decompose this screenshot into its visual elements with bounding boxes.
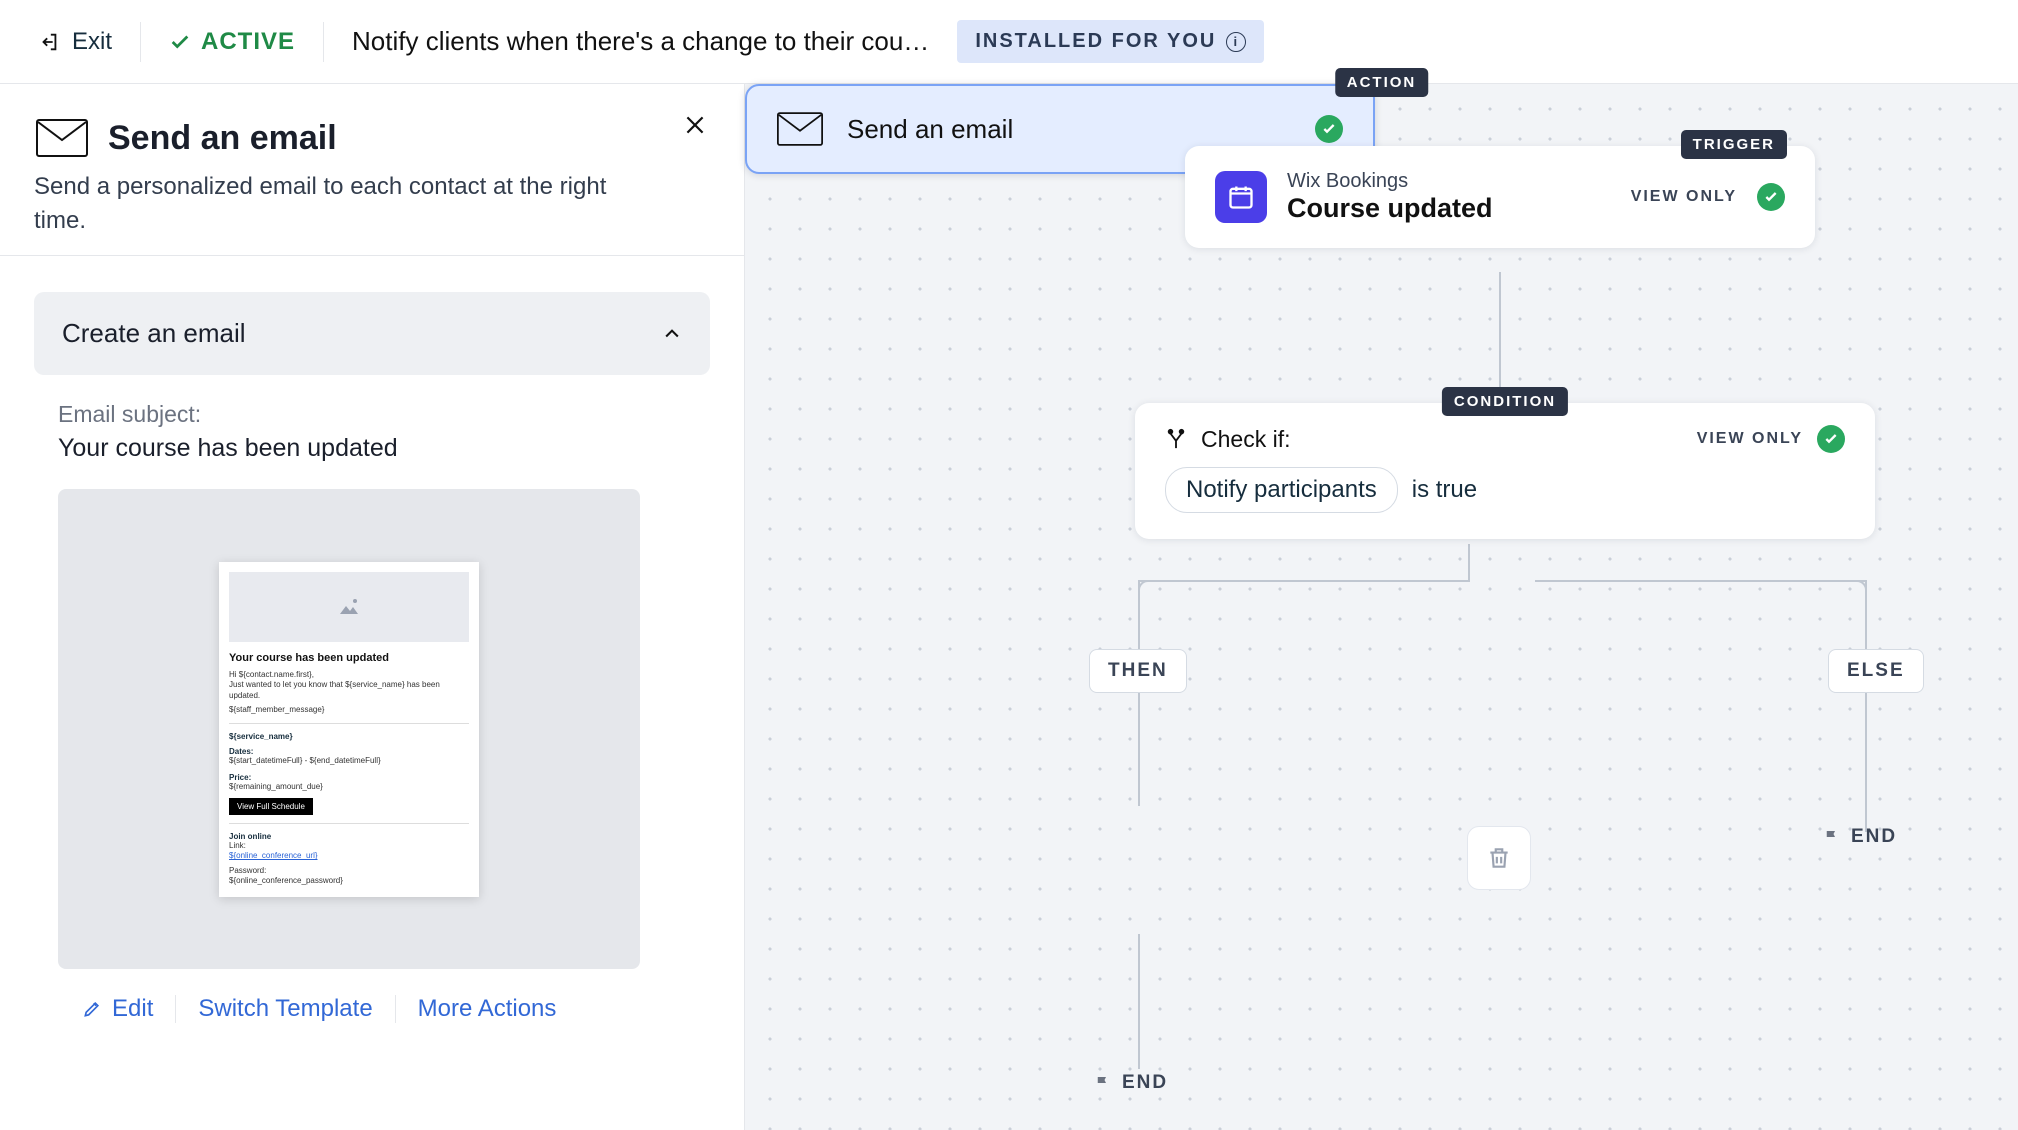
end-label-else: END xyxy=(1823,826,1897,848)
trigger-event: Course updated xyxy=(1287,193,1611,224)
trigger-tag: TRIGGER xyxy=(1681,130,1787,159)
then-branch-label: THEN xyxy=(1089,649,1187,693)
trigger-node[interactable]: TRIGGER Wix Bookings Course updated VIEW… xyxy=(1185,146,1815,248)
calendar-icon xyxy=(1215,171,1267,223)
email-subject-label: Email subject: xyxy=(58,401,686,428)
preview-heading: Your course has been updated xyxy=(229,652,469,664)
preview-pwd: ${online_conference_password} xyxy=(229,876,469,886)
preview-link: ${online_conference_url} xyxy=(229,851,469,861)
connector xyxy=(1468,544,1470,582)
divider xyxy=(323,22,324,62)
installed-badge[interactable]: INSTALLED FOR YOU i xyxy=(957,20,1264,63)
automation-title: Notify clients when there's a change to … xyxy=(352,26,929,57)
section-toggle[interactable]: Create an email xyxy=(34,292,710,375)
divider xyxy=(395,995,396,1023)
check-if-label: Check if: xyxy=(1201,426,1290,453)
envelope-icon xyxy=(777,112,823,146)
panel-title: Send an email xyxy=(108,119,337,158)
trigger-app: Wix Bookings xyxy=(1287,170,1611,193)
preview-join-label: Join online xyxy=(229,832,469,841)
exit-icon xyxy=(38,31,60,53)
preview-link-label: Link: xyxy=(229,841,469,851)
condition-tag: CONDITION xyxy=(1442,387,1568,416)
view-only-label: VIEW ONLY xyxy=(1631,188,1737,206)
switch-template-label: Switch Template xyxy=(198,995,372,1023)
edit-label: Edit xyxy=(112,995,153,1023)
else-branch-label: ELSE xyxy=(1828,649,1924,693)
image-placeholder-icon xyxy=(229,572,469,642)
info-icon: i xyxy=(1226,32,1246,52)
action-label: Send an email xyxy=(847,114,1291,145)
chevron-up-icon xyxy=(662,324,682,344)
status-ok-icon xyxy=(1817,425,1845,453)
status-ok-icon xyxy=(1757,183,1785,211)
connector xyxy=(1138,934,1140,1069)
preview-greeting: Hi ${contact.name.first}, xyxy=(229,670,469,680)
condition-node[interactable]: CONDITION Check if: VIEW ONLY xyxy=(1135,403,1875,539)
more-actions-label: More Actions xyxy=(418,995,557,1023)
details-panel: Send an email Send a personalized email … xyxy=(0,84,745,1130)
pencil-icon xyxy=(82,999,102,1019)
connector xyxy=(1499,272,1501,403)
automation-status: ACTIVE xyxy=(169,28,295,56)
close-panel-button[interactable] xyxy=(682,112,708,138)
delete-action-button[interactable] xyxy=(1467,826,1531,890)
preview-pwd-label: Password: xyxy=(229,866,469,876)
preview-cta: View Full Schedule xyxy=(229,798,313,815)
check-icon xyxy=(169,31,191,53)
flag-icon xyxy=(1094,1074,1112,1092)
view-only-label: VIEW ONLY xyxy=(1697,430,1803,448)
status-label: ACTIVE xyxy=(201,28,295,56)
end-label-then: END xyxy=(1094,1072,1168,1094)
flow-canvas[interactable]: TRIGGER Wix Bookings Course updated VIEW… xyxy=(745,84,2018,1130)
envelope-icon xyxy=(34,118,90,158)
status-ok-icon xyxy=(1315,115,1343,143)
more-actions-button[interactable]: More Actions xyxy=(418,995,557,1023)
installed-badge-label: INSTALLED FOR YOU xyxy=(975,30,1216,53)
section-title: Create an email xyxy=(62,318,246,349)
end-text: END xyxy=(1122,1072,1168,1094)
flag-icon xyxy=(1823,828,1841,846)
connector xyxy=(1138,582,1140,649)
split-icon xyxy=(1165,428,1187,450)
connector xyxy=(1865,582,1867,649)
preview-dates-label: Dates: xyxy=(229,747,469,756)
action-tag: ACTION xyxy=(1335,68,1429,97)
preview-price-label: Price: xyxy=(229,773,469,782)
connector xyxy=(1535,580,1867,582)
preview-price: ${remaining_amount_due} xyxy=(229,782,469,792)
condition-field-chip: Notify participants xyxy=(1165,467,1398,513)
preview-body: Just wanted to let you know that ${servi… xyxy=(229,680,469,701)
panel-subtitle: Send a personalized email to each contac… xyxy=(34,170,624,237)
preview-dates: ${start_datetimeFull} - ${end_datetimeFu… xyxy=(229,756,469,766)
create-email-section: Create an email Email subject: Your cour… xyxy=(34,292,710,1023)
connector xyxy=(1138,692,1140,806)
exit-button[interactable]: Exit xyxy=(38,28,112,56)
connector xyxy=(1865,692,1867,832)
switch-template-button[interactable]: Switch Template xyxy=(198,995,372,1023)
top-bar: Exit ACTIVE Notify clients when there's … xyxy=(0,0,2018,84)
divider xyxy=(140,22,141,62)
divider xyxy=(175,995,176,1023)
email-subject-value: Your course has been updated xyxy=(58,434,686,463)
condition-suffix: is true xyxy=(1412,476,1477,504)
trash-icon xyxy=(1486,845,1512,871)
connector xyxy=(1138,580,1470,582)
edit-button[interactable]: Edit xyxy=(82,995,153,1023)
exit-label: Exit xyxy=(72,28,112,56)
preview-service: ${service_name} xyxy=(229,732,469,741)
email-preview[interactable]: Your course has been updated Hi ${contac… xyxy=(58,489,640,969)
end-text: END xyxy=(1851,826,1897,848)
preview-message: ${staff_member_message} xyxy=(229,705,469,715)
